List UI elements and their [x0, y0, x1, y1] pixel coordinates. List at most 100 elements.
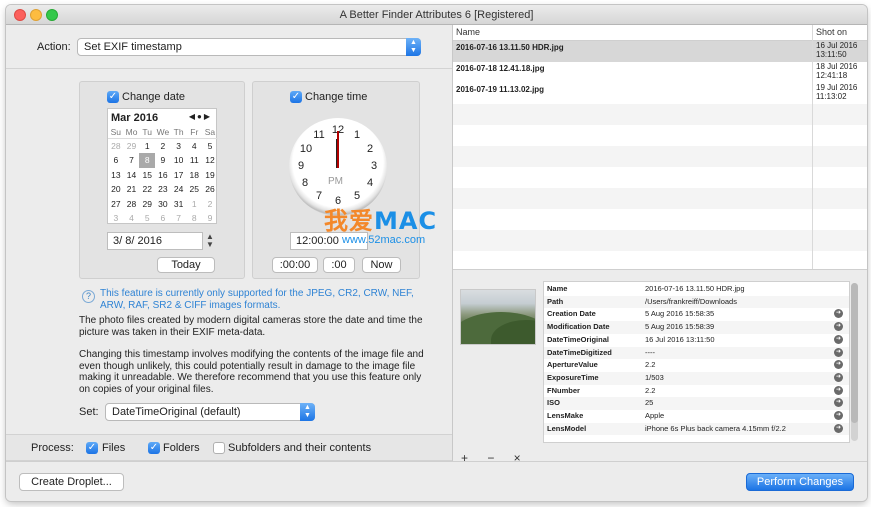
- calendar-day[interactable]: 18: [186, 168, 202, 182]
- calendar-day[interactable]: 19: [202, 168, 218, 182]
- clock-number: 4: [366, 177, 374, 189]
- arrow-right-icon[interactable]: ➜: [834, 398, 843, 408]
- calendar-day[interactable]: 13: [108, 168, 124, 182]
- create-droplet-button[interactable]: Create Droplet...: [19, 473, 124, 491]
- metadata-scrollbar[interactable]: [851, 283, 858, 441]
- calendar-day[interactable]: 26: [202, 182, 218, 196]
- calendar-day[interactable]: 29: [139, 197, 155, 211]
- metadata-value: 1/503: [645, 372, 664, 382]
- calendar-day[interactable]: 21: [124, 182, 140, 196]
- calendar-day[interactable]: 25: [186, 182, 202, 196]
- weekday-label: We: [156, 127, 170, 137]
- calendar-day[interactable]: 15: [139, 168, 155, 182]
- files-checkbox[interactable]: ✓: [86, 442, 98, 454]
- calendar-day[interactable]: 31: [171, 197, 187, 211]
- subfolders-label: Subfolders and their contents: [228, 442, 372, 454]
- action-row: Action: Set EXIF timestamp ▲ ▼: [6, 25, 452, 69]
- calendar-day[interactable]: 20: [108, 182, 124, 196]
- arrow-right-icon[interactable]: ➜: [834, 334, 843, 344]
- calendar-day[interactable]: 22: [139, 182, 155, 196]
- shot-date: 16 Jul 2016 13:11:50: [816, 41, 858, 59]
- calendar-day[interactable]: 8: [186, 211, 202, 225]
- folders-checkbox[interactable]: ✓: [148, 442, 160, 454]
- calendar-day[interactable]: 2: [202, 197, 218, 211]
- calendar-day[interactable]: 30: [155, 197, 171, 211]
- arrow-right-icon[interactable]: ➜: [834, 360, 843, 370]
- scrollbar-thumb[interactable]: [851, 283, 858, 423]
- metadata-value: Apple: [645, 411, 665, 420]
- arrow-right-icon[interactable]: ➜: [834, 411, 843, 420]
- metadata-value: 5 Aug 2016 15:58:39: [645, 322, 715, 332]
- second-hand: [337, 131, 339, 168]
- date-field[interactable]: 3/ 8/ 2016: [107, 232, 203, 250]
- calendar-day[interactable]: 7: [171, 211, 187, 225]
- calendar-day[interactable]: 4: [124, 211, 140, 225]
- change-date-checkbox[interactable]: ✓: [107, 91, 119, 103]
- metadata-value: 2.2: [645, 385, 656, 395]
- set-popup[interactable]: DateTimeOriginal (default) ▲ ▼: [105, 403, 315, 421]
- calendar-day[interactable]: 28: [124, 197, 140, 211]
- reset-minutes-button[interactable]: :00:00: [272, 257, 318, 273]
- file-row[interactable]: 2016-07-16 13.11.50 HDR.jpg 16 Jul 2016 1…: [453, 41, 867, 62]
- now-button[interactable]: Now: [362, 257, 401, 273]
- calendar-nav-icon[interactable]: ◀●▶: [189, 112, 212, 121]
- calendar-day-selected[interactable]: 8: [139, 153, 156, 168]
- set-value: DateTimeOriginal (default): [112, 406, 241, 418]
- calendar-day[interactable]: 28: [108, 139, 124, 153]
- calendar-day[interactable]: 12: [202, 153, 218, 167]
- perform-changes-button[interactable]: Perform Changes: [746, 473, 854, 491]
- metadata-key: ISO: [547, 398, 560, 408]
- column-header-shot-on[interactable]: Shot on: [816, 27, 847, 37]
- calendar-day[interactable]: 5: [202, 139, 218, 153]
- arrow-right-icon[interactable]: ➜: [834, 309, 843, 319]
- calendar-day[interactable]: 14: [124, 168, 140, 182]
- calendar-day[interactable]: 24: [171, 182, 187, 196]
- calendar-day[interactable]: 17: [171, 168, 187, 182]
- action-popup[interactable]: Set EXIF timestamp ▲ ▼: [77, 38, 421, 56]
- file-row[interactable]: 2016-07-18 12.41.18.jpg 18 Jul 2016 12:41…: [453, 62, 867, 83]
- calendar-day[interactable]: 23: [155, 182, 171, 196]
- column-separator[interactable]: [812, 25, 813, 269]
- metadata-value: 25: [645, 398, 654, 408]
- calendar-day[interactable]: 6: [155, 211, 171, 225]
- metadata-row: Name 2016-07-16 13.11.50 HDR.jpg: [544, 283, 849, 296]
- format-support-note: This feature is currently only supported…: [100, 288, 414, 311]
- calendar-day[interactable]: 3: [108, 211, 124, 225]
- calendar-day[interactable]: 11: [186, 153, 202, 167]
- today-button[interactable]: Today: [157, 257, 215, 273]
- column-header-name[interactable]: Name: [456, 27, 480, 37]
- calendar-day[interactable]: 10: [171, 153, 187, 167]
- calendar-day[interactable]: 7: [124, 153, 140, 167]
- calendar-day[interactable]: 9: [155, 153, 171, 167]
- table-row: [453, 125, 867, 146]
- calendar-day[interactable]: 6: [108, 153, 124, 167]
- clock-number: 8: [301, 177, 309, 189]
- calendar-day[interactable]: 3: [171, 139, 187, 153]
- arrow-right-icon[interactable]: ➜: [834, 372, 843, 382]
- calendar-day[interactable]: 9: [202, 211, 218, 225]
- calendar-day[interactable]: 4: [186, 139, 202, 153]
- calendar-day[interactable]: 5: [139, 211, 155, 225]
- weekday-label: Th: [173, 127, 184, 137]
- reset-seconds-button[interactable]: :00: [323, 257, 355, 273]
- change-time-checkbox[interactable]: ✓: [290, 91, 302, 103]
- calendar-month: Mar 2016: [111, 112, 159, 124]
- arrow-right-icon[interactable]: ➜: [834, 347, 843, 357]
- calendar-day[interactable]: 27: [108, 197, 124, 211]
- subfolders-checkbox[interactable]: [213, 442, 225, 454]
- action-label: Action:: [37, 41, 71, 53]
- calendar-day[interactable]: 2: [155, 139, 171, 153]
- watermark-logo: 我爱MAC www.52mac.com: [324, 201, 474, 246]
- file-row[interactable]: 2016-07-19 11.13.02.jpg 19 Jul 2016 11:13…: [453, 83, 867, 104]
- arrow-right-icon[interactable]: ➜: [834, 385, 843, 395]
- title-bar: A Better Finder Attributes 6 [Registered…: [6, 5, 867, 25]
- arrow-right-icon[interactable]: ➜: [834, 423, 843, 433]
- metadata-row: DateTimeDigitized ---- ➜: [544, 346, 849, 360]
- calendar-day[interactable]: 29: [124, 139, 140, 153]
- date-stepper-icon[interactable]: ▲ ▼: [206, 233, 214, 249]
- metadata-row: Path/Users/frankreiff/Downloads: [544, 295, 849, 309]
- calendar-day[interactable]: 16: [155, 168, 171, 182]
- arrow-right-icon[interactable]: ➜: [834, 322, 843, 332]
- calendar-day[interactable]: 1: [139, 139, 155, 153]
- calendar-day[interactable]: 1: [186, 197, 202, 211]
